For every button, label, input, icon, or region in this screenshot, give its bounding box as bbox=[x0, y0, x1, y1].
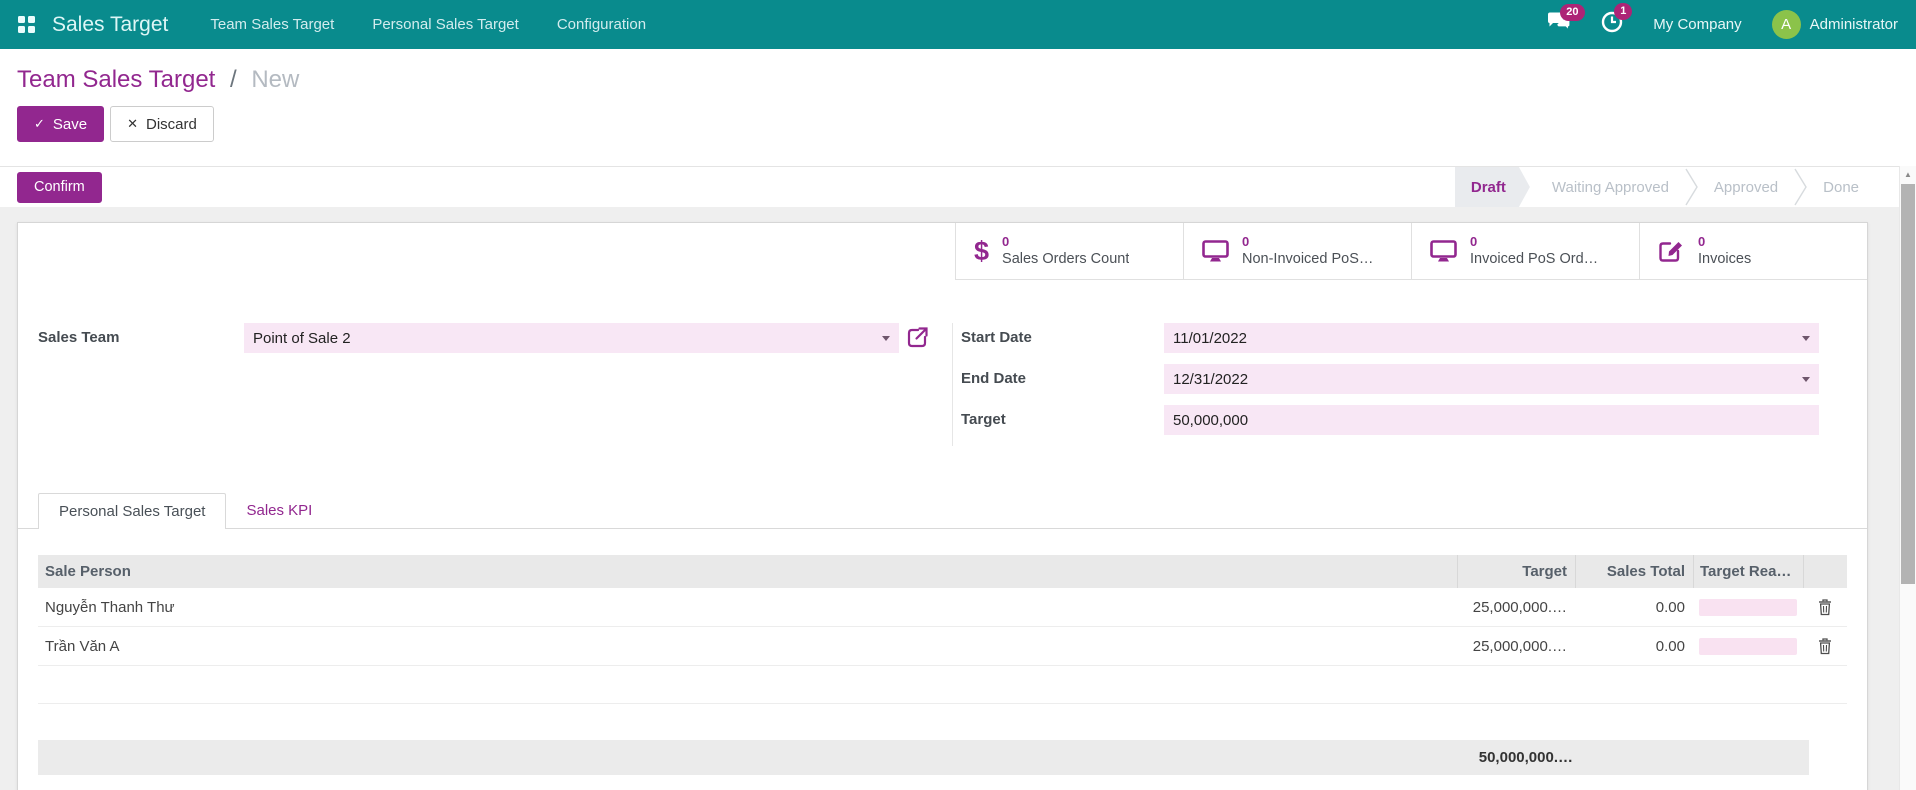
stat-sales-orders-button[interactable]: $ 0 Sales Orders Count bbox=[955, 223, 1183, 279]
stat-non-invoiced-pos-button[interactable]: 0 Non-Invoiced PoS… bbox=[1183, 223, 1411, 279]
vertical-scrollbar[interactable]: ▲ bbox=[1899, 166, 1916, 790]
stat-button-box: $ 0 Sales Orders Count 0 Non-Invoiced Po… bbox=[955, 223, 1867, 280]
status-step-done[interactable]: Done bbox=[1807, 167, 1875, 207]
chevron-down-icon bbox=[882, 336, 890, 341]
personal-sales-target-table: Sale Person Target Sales Total Target Re… bbox=[38, 555, 1847, 775]
sales-team-field[interactable]: Point of Sale 2 bbox=[244, 323, 899, 353]
discard-button[interactable]: ✕ Discard bbox=[110, 106, 214, 142]
chevron-right-icon bbox=[1685, 167, 1698, 207]
status-step-waiting-approved[interactable]: Waiting Approved bbox=[1536, 167, 1685, 207]
apps-menu-icon[interactable] bbox=[18, 15, 36, 34]
empty-row[interactable] bbox=[38, 666, 1847, 704]
target-label: Target bbox=[961, 411, 1006, 428]
menu-configuration[interactable]: Configuration bbox=[557, 16, 646, 33]
menu-team-sales-target[interactable]: Team Sales Target bbox=[210, 16, 334, 33]
notebook-tabs: Personal Sales Target Sales KPI bbox=[18, 493, 1867, 529]
breadcrumb-current: New bbox=[251, 66, 300, 93]
sales-team-label: Sales Team bbox=[38, 329, 120, 346]
app-title[interactable]: Sales Target bbox=[52, 13, 168, 37]
company-switcher[interactable]: My Company bbox=[1653, 16, 1741, 33]
chevron-down-icon bbox=[1802, 336, 1810, 341]
table-total-row: 50,000,000.… bbox=[38, 740, 1809, 775]
chevron-right-icon bbox=[1794, 167, 1807, 207]
statusbar: Confirm Draft Waiting Approved Approved … bbox=[0, 166, 1916, 207]
breadcrumb: Team Sales Target / New bbox=[17, 65, 1899, 95]
delete-row-button[interactable] bbox=[1818, 637, 1832, 655]
scrollbar-thumb[interactable] bbox=[1901, 184, 1915, 584]
total-target: 50,000,000.… bbox=[1478, 749, 1573, 766]
cell-sales-total[interactable]: 0.00 bbox=[1575, 638, 1693, 655]
dollar-icon: $ bbox=[974, 235, 990, 266]
check-icon: ✓ bbox=[34, 116, 45, 131]
activities-button[interactable]: 1 bbox=[1601, 3, 1633, 38]
table-header-row: Sale Person Target Sales Total Target Re… bbox=[38, 555, 1847, 588]
save-button[interactable]: ✓ Save bbox=[17, 106, 105, 142]
messages-button[interactable]: 20 bbox=[1547, 4, 1585, 37]
cell-target[interactable]: 25,000,000.… bbox=[1457, 599, 1575, 616]
user-name: Administrator bbox=[1809, 16, 1898, 33]
monitor-icon bbox=[1202, 239, 1229, 263]
end-date-label: End Date bbox=[961, 370, 1027, 387]
breadcrumb-separator: / bbox=[230, 66, 237, 93]
edit-icon bbox=[1658, 239, 1685, 263]
stat-invoiced-pos-button[interactable]: 0 Invoiced PoS Ord… bbox=[1411, 223, 1639, 279]
col-sales-total[interactable]: Sales Total bbox=[1575, 555, 1693, 588]
target-reached-progress bbox=[1699, 598, 1797, 616]
table-row[interactable]: Nguyễn Thanh Thư 25,000,000.… 0.00 bbox=[38, 588, 1847, 627]
target-field[interactable]: 50,000,000 bbox=[1164, 405, 1819, 435]
cell-sales-total[interactable]: 0.00 bbox=[1575, 599, 1693, 616]
end-date-field[interactable]: 12/31/2022 bbox=[1164, 364, 1819, 394]
table-row[interactable]: Trần Văn A 25,000,000.… 0.00 bbox=[38, 627, 1847, 666]
col-actions bbox=[1803, 555, 1847, 588]
col-target[interactable]: Target bbox=[1457, 555, 1575, 588]
messages-count-badge: 20 bbox=[1560, 4, 1585, 21]
avatar: A bbox=[1771, 10, 1801, 39]
start-date-label: Start Date bbox=[961, 329, 1032, 346]
activities-count-badge: 1 bbox=[1614, 3, 1633, 20]
close-icon: ✕ bbox=[127, 116, 139, 131]
top-navbar: Sales Target Team Sales Target Personal … bbox=[0, 0, 1916, 49]
external-link-icon[interactable] bbox=[906, 326, 929, 354]
cell-target[interactable]: 25,000,000.… bbox=[1457, 638, 1575, 655]
form-sheet: $ 0 Sales Orders Count 0 Non-Invoiced Po… bbox=[17, 222, 1868, 790]
target-reached-progress bbox=[1699, 637, 1797, 655]
tab-sales-kpi[interactable]: Sales KPI bbox=[226, 493, 332, 528]
tab-personal-sales-target[interactable]: Personal Sales Target bbox=[38, 493, 227, 529]
status-step-draft[interactable]: Draft bbox=[1455, 167, 1530, 207]
status-pipeline: Draft Waiting Approved Approved Done bbox=[1455, 167, 1875, 207]
delete-row-button[interactable] bbox=[1818, 598, 1832, 616]
trash-icon bbox=[1819, 637, 1831, 654]
stat-invoices-button[interactable]: 0 Invoices bbox=[1639, 223, 1867, 279]
cell-person[interactable]: Nguyễn Thanh Thư bbox=[38, 599, 1457, 616]
breadcrumb-parent-link[interactable]: Team Sales Target bbox=[17, 66, 215, 93]
col-target-reached[interactable]: Target Rea… bbox=[1693, 555, 1803, 588]
trash-icon bbox=[1819, 598, 1831, 615]
start-date-field[interactable]: 11/01/2022 bbox=[1164, 323, 1819, 353]
control-panel: Team Sales Target / New ✓ Save ✕ Discard bbox=[0, 49, 1916, 166]
form-view: $ 0 Sales Orders Count 0 Non-Invoiced Po… bbox=[0, 207, 1916, 790]
scroll-up-icon[interactable]: ▲ bbox=[1900, 166, 1916, 183]
monitor-icon bbox=[1430, 239, 1457, 263]
cell-person[interactable]: Trần Văn A bbox=[38, 638, 1457, 655]
user-menu[interactable]: A Administrator bbox=[1771, 10, 1898, 39]
col-sale-person[interactable]: Sale Person bbox=[38, 563, 1457, 580]
chevron-down-icon bbox=[1802, 377, 1810, 382]
status-step-approved[interactable]: Approved bbox=[1698, 167, 1794, 207]
menu-personal-sales-target[interactable]: Personal Sales Target bbox=[372, 16, 518, 33]
confirm-button[interactable]: Confirm bbox=[17, 171, 102, 203]
form-fields: Sales Team Point of Sale 2 Start Date 11… bbox=[18, 323, 1867, 446]
